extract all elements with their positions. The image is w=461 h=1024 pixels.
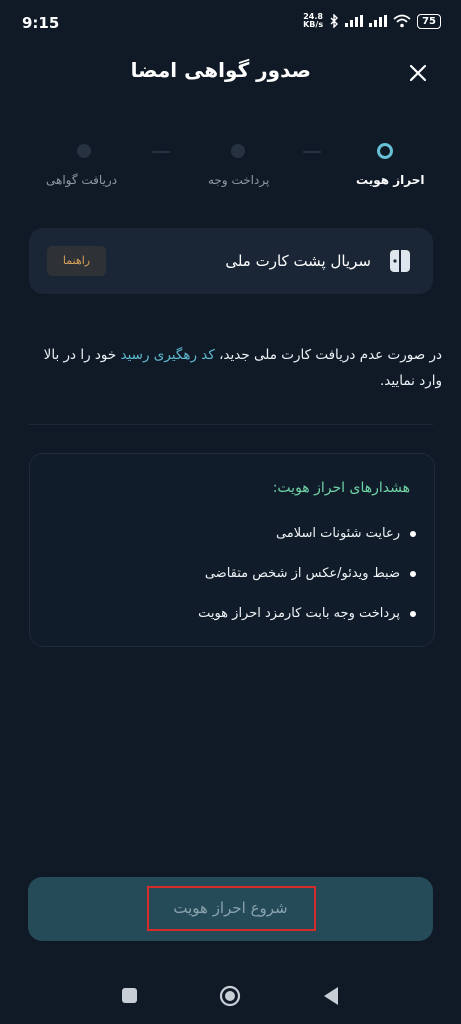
- recent-apps-icon[interactable]: [121, 987, 138, 1004]
- signal-icon-2: [369, 15, 388, 27]
- step-dot-identity: [377, 143, 393, 159]
- back-icon[interactable]: [322, 986, 340, 1006]
- id-card-icon: [390, 250, 410, 272]
- step-dot-receive-certificate: [77, 144, 91, 158]
- national-card-serial-field[interactable]: سریال پشت کارت ملی راهنما: [29, 228, 433, 294]
- bullet-icon: [410, 610, 416, 617]
- warning-item: ضبط ویدئو/عکس از شخص متقاضی: [205, 566, 416, 581]
- bullet-icon: [410, 570, 416, 577]
- battery-indicator: 75: [417, 13, 441, 29]
- home-icon[interactable]: [219, 985, 241, 1007]
- start-identity-verification-button[interactable]: شروع احراز هویت: [28, 877, 433, 941]
- stepper: دریافت گواهی پرداخت وجه احراز هویت: [0, 140, 461, 200]
- guide-button[interactable]: راهنما: [47, 246, 106, 276]
- status-time: 9:15: [22, 14, 60, 32]
- bullet-icon: [410, 530, 416, 537]
- signal-icon: [345, 15, 364, 27]
- close-button[interactable]: [405, 60, 431, 86]
- warnings-card: هشدارهای احراز هویت: رعایت شئونات اسلامی…: [29, 453, 435, 647]
- status-bar: 9:15 24.8 KB/s 75: [0, 0, 461, 40]
- header: صدور گواهی امضا: [0, 52, 461, 96]
- close-icon: [409, 64, 427, 82]
- wifi-icon: [393, 14, 411, 28]
- warning-item: رعایت شئونات اسلامی: [276, 526, 416, 541]
- step-connector: [152, 151, 170, 153]
- warnings-title: هشدارهای احراز هویت:: [272, 480, 410, 496]
- step-label-payment: پرداخت وجه: [208, 173, 270, 187]
- step-label-receive-certificate: دریافت گواهی: [46, 173, 118, 187]
- tracking-code-link[interactable]: کد رهگیری رسید: [121, 347, 215, 363]
- divider: [28, 424, 433, 425]
- info-text: در صورت عدم دریافت کارت ملی جدید، کد رهگ…: [43, 347, 442, 389]
- status-icons: 24.8 KB/s 75: [303, 13, 441, 29]
- system-navigation-bar: [0, 970, 461, 1024]
- bluetooth-icon: [330, 14, 339, 28]
- network-speed: 24.8 KB/s: [303, 12, 324, 29]
- step-dot-payment: [231, 144, 245, 158]
- step-connector: [303, 151, 321, 153]
- start-button-label: شروع احراز هویت: [173, 899, 288, 917]
- page-title: صدور گواهی امضا: [130, 58, 311, 82]
- step-label-identity: احراز هویت: [356, 173, 425, 187]
- serial-label: سریال پشت کارت ملی: [225, 252, 371, 270]
- warning-item: پرداخت وجه بابت کارمزد احراز هویت: [198, 606, 416, 621]
